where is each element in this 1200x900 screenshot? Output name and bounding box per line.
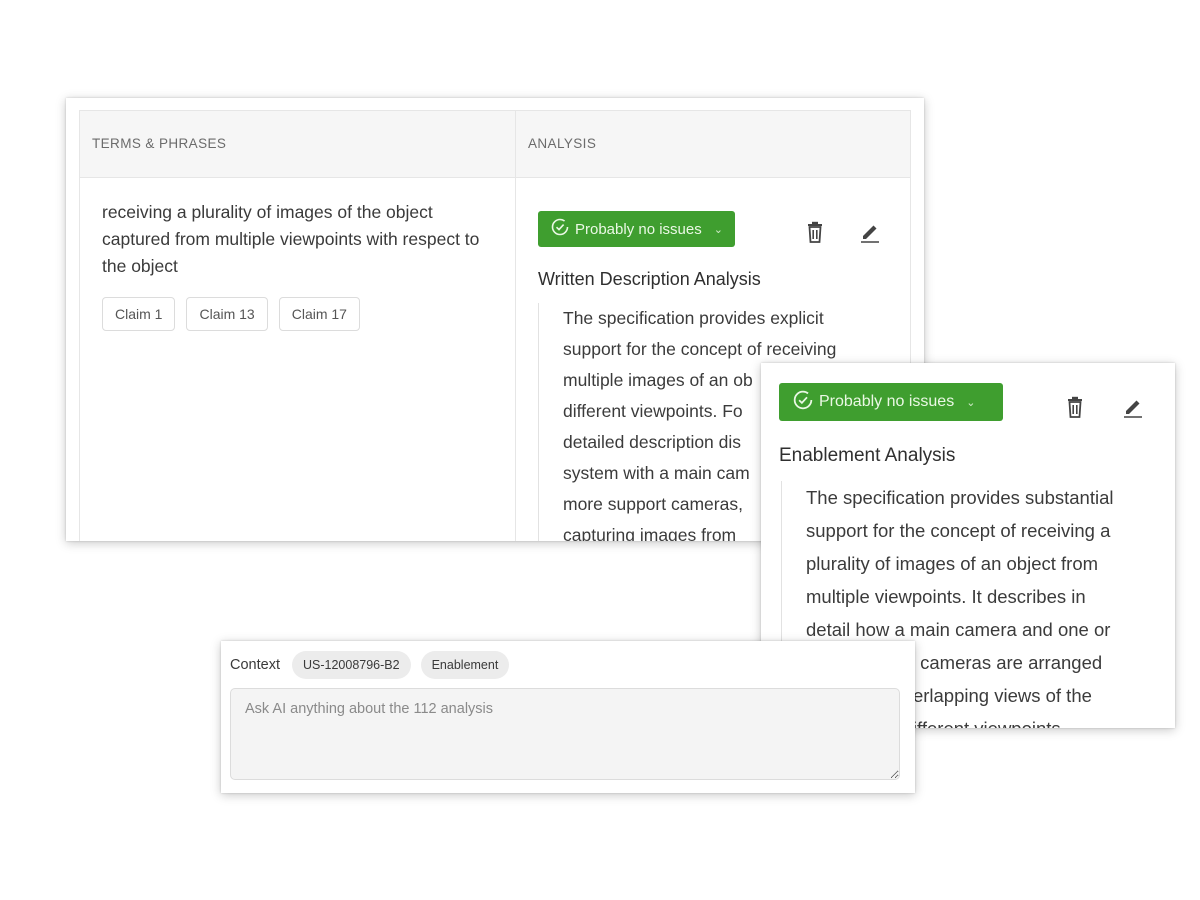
status-label: Probably no issues [819,393,955,410]
claim-tag-1[interactable]: Claim 1 [102,297,176,331]
edit-pencil-icon[interactable] [858,220,882,244]
ask-ai-input[interactable] [230,688,900,780]
trash-icon[interactable] [803,220,827,244]
written-description-status-dropdown[interactable]: Probably no issues ⌄ [538,211,735,247]
claim-tag-17[interactable]: Claim 17 [278,297,360,331]
chevron-down-icon: ⌄ [966,396,976,409]
table-header: TERMS & PHRASES ANALYSIS [80,111,910,178]
enablement-status-dropdown[interactable]: Probably no issues ⌄ [779,383,1003,421]
body-line: support for the concept of receiving [563,339,837,359]
claim-tags: Claim 1 Claim 13 Claim 17 [102,297,360,331]
status-label: Probably no issues [575,220,702,238]
body-line: plurality of images of an object from [806,553,1099,574]
trash-icon[interactable] [1063,395,1087,419]
written-description-title: Written Description Analysis [538,269,761,289]
ask-ai-panel: Context US-12008796-B2 Enablement [221,641,915,793]
edit-pencil-icon[interactable] [1121,395,1145,419]
check-circle-icon [793,390,813,415]
term-phrase-text: receiving a plurality of images of the o… [102,202,480,276]
body-line: The specification provides explicit [563,308,824,328]
body-line: The specification provides substantial [806,487,1114,508]
claim-tag-13[interactable]: Claim 13 [186,297,268,331]
context-label: Context [230,657,280,673]
check-circle-icon [551,218,569,240]
terms-phrases-header: TERMS & PHRASES [92,136,227,151]
column-divider [515,111,516,541]
body-line: support for the concept of receiving a [806,520,1111,541]
context-chip-patent[interactable]: US-12008796-B2 [291,651,411,679]
analysis-header: ANALYSIS [528,136,597,151]
enablement-title: Enablement Analysis [779,445,956,466]
body-line: multiple viewpoints. It describes in [806,586,1086,607]
context-row: Context US-12008796-B2 Enablement [230,651,510,679]
context-chip-enablement[interactable]: Enablement [420,651,510,679]
chevron-down-icon: ⌄ [713,223,723,236]
